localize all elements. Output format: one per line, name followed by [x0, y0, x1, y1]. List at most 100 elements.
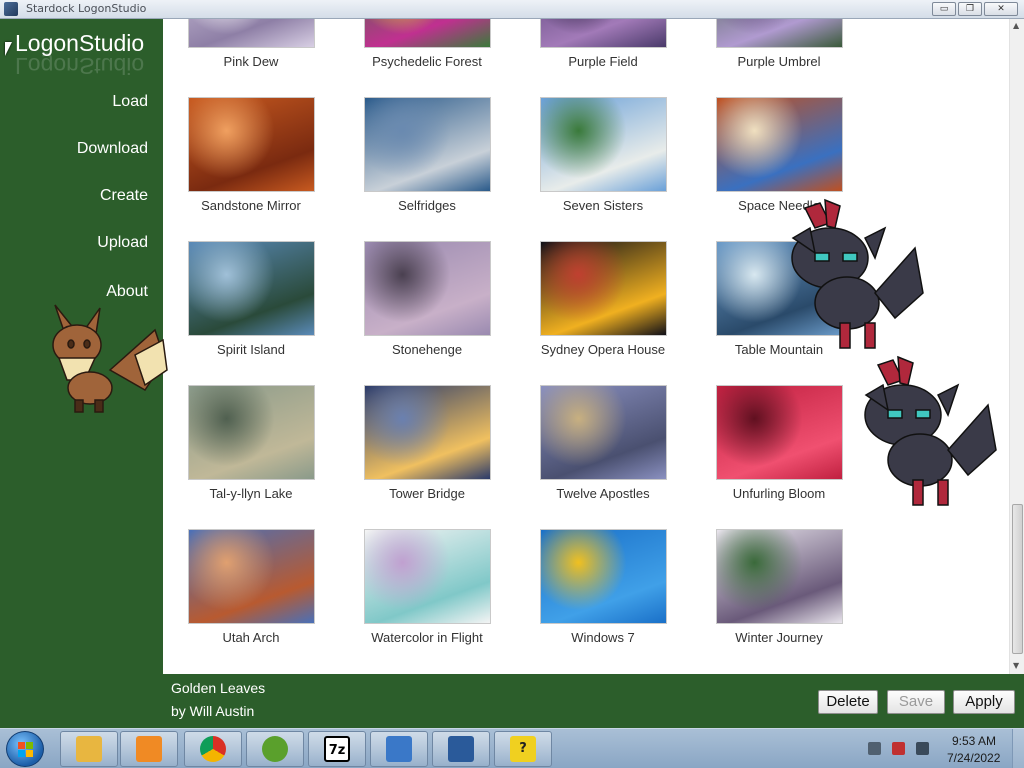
- tile-thumbnail[interactable]: [363, 529, 491, 624]
- clock-time[interactable]: 9:53 AM: [952, 734, 996, 748]
- gallery-scrollbar[interactable]: ▲ ▼: [1009, 19, 1024, 674]
- gallery-tile[interactable]: Stonehenge: [339, 241, 515, 357]
- gallery-tile[interactable]: Twelve Apostles: [515, 385, 691, 501]
- gallery-tile[interactable]: Tower Bridge: [339, 385, 515, 501]
- tile-thumbnail[interactable]: [715, 97, 843, 192]
- tile-label: Twelve Apostles: [556, 486, 650, 501]
- windows-flag-icon: [18, 742, 34, 758]
- window-controls: ▭ ❐ ✕: [932, 2, 1018, 16]
- gallery-tile[interactable]: Winter Journey: [691, 529, 867, 645]
- volume-icon[interactable]: [916, 742, 929, 755]
- selected-background-author: by Will Austin: [171, 703, 255, 719]
- taskbar-button-help[interactable]: ?: [494, 731, 552, 767]
- clock-date[interactable]: 7/24/2022: [947, 751, 1000, 765]
- tile-thumbnail[interactable]: [539, 97, 667, 192]
- sidebar-item-upload[interactable]: Upload: [97, 234, 148, 252]
- maximize-button[interactable]: ❐: [958, 2, 982, 16]
- sidebar-item-create[interactable]: Create: [100, 187, 148, 205]
- tile-thumbnail[interactable]: [363, 385, 491, 480]
- app-logo-reflection: LogonStudio: [15, 53, 145, 79]
- tile-thumbnail[interactable]: [187, 385, 315, 480]
- 7zip-icon: 7z: [324, 736, 350, 762]
- tile-thumbnail[interactable]: [363, 19, 491, 48]
- eevee-sprite: [52, 304, 168, 413]
- start-button[interactable]: [6, 731, 44, 767]
- tile-label: Tower Bridge: [389, 486, 465, 501]
- gallery-tile[interactable]: Purple Umbrel: [691, 19, 867, 69]
- tile-thumbnail[interactable]: [539, 19, 667, 48]
- tile-thumbnail[interactable]: [715, 19, 843, 48]
- scroll-down-icon[interactable]: ▼: [1013, 661, 1019, 670]
- scroll-thumb[interactable]: [1012, 504, 1023, 654]
- gallery-tile[interactable]: Utah Arch: [163, 529, 339, 645]
- tile-label: Pink Dew: [223, 54, 279, 69]
- gallery-tile[interactable]: Spirit Island: [163, 241, 339, 357]
- gallery-tile[interactable]: Seven Sisters: [515, 97, 691, 213]
- tile-label: Winter Journey: [735, 630, 823, 645]
- gallery-tile[interactable]: Psychedelic Forest: [339, 19, 515, 69]
- mouse-cursor-icon: [5, 42, 12, 56]
- help-icon: ?: [510, 736, 536, 762]
- tile-thumbnail[interactable]: [363, 241, 491, 336]
- scroll-up-icon[interactable]: ▲: [1013, 21, 1019, 30]
- tile-thumbnail[interactable]: [187, 529, 315, 624]
- taskbar-button-control-panel[interactable]: [370, 731, 428, 767]
- taskbar-button-explorer-folder[interactable]: [60, 731, 118, 767]
- sidebar-item-load[interactable]: Load: [112, 93, 148, 111]
- explorer-folder-icon: [76, 736, 102, 762]
- network-icon[interactable]: [892, 742, 905, 755]
- gallery-tile[interactable]: Tal-y-llyn Lake: [163, 385, 339, 501]
- tile-thumbnail[interactable]: [539, 241, 667, 336]
- taskbar-button-green-app[interactable]: [246, 731, 304, 767]
- taskbar-button-chrome[interactable]: [184, 731, 242, 767]
- tile-thumbnail[interactable]: [715, 385, 843, 480]
- tile-thumbnail[interactable]: [539, 385, 667, 480]
- action-center-icon[interactable]: [868, 742, 881, 755]
- green-app-icon: [262, 736, 288, 762]
- app-icon: [4, 2, 18, 16]
- zorua-sprite-bottom: [864, 355, 997, 506]
- tile-thumbnail[interactable]: [187, 19, 315, 48]
- minimize-button[interactable]: ▭: [932, 2, 956, 16]
- delete-button[interactable]: Delete: [818, 690, 878, 714]
- tile-label: Tal-y-llyn Lake: [209, 486, 293, 501]
- gallery-tile[interactable]: Unfurling Bloom: [691, 385, 867, 501]
- window-titlebar[interactable]: Stardock LogonStudio ▭ ❐ ✕: [0, 0, 1024, 19]
- selected-background-name: Golden Leaves: [171, 680, 266, 696]
- tile-label: Selfridges: [398, 198, 456, 213]
- apply-button[interactable]: Apply: [953, 690, 1015, 714]
- taskbar: 7z? 9:53 AM 7/24/2022: [0, 728, 1024, 768]
- sidebar-item-download[interactable]: Download: [77, 140, 148, 158]
- selection-info-bar: Golden Leaves by Will Austin Delete Save…: [163, 674, 1024, 728]
- gallery-tile[interactable]: Pink Dew: [163, 19, 339, 69]
- tile-label: Windows 7: [571, 630, 635, 645]
- tile-thumbnail[interactable]: [187, 241, 315, 336]
- tile-label: Utah Arch: [222, 630, 280, 645]
- gallery-tile[interactable]: Windows 7: [515, 529, 691, 645]
- tile-label: Psychedelic Forest: [372, 54, 482, 69]
- tile-label: Unfurling Bloom: [732, 486, 826, 501]
- gallery-tile[interactable]: Purple Field: [515, 19, 691, 69]
- show-desktop-button[interactable]: [1012, 729, 1024, 768]
- tile-thumbnail[interactable]: [715, 529, 843, 624]
- taskbar-button-7zip[interactable]: 7z: [308, 731, 366, 767]
- window-title: Stardock LogonStudio: [26, 2, 147, 15]
- tile-label: Purple Field: [568, 54, 638, 69]
- gallery-tile[interactable]: Sydney Opera House: [515, 241, 691, 357]
- sidebar-item-about[interactable]: About: [106, 283, 148, 301]
- tile-label: Seven Sisters: [562, 198, 644, 213]
- tile-label: Purple Umbrel: [737, 54, 821, 69]
- taskbar-button-media-player[interactable]: [120, 731, 178, 767]
- save-button[interactable]: Save: [887, 690, 945, 714]
- gallery-tile[interactable]: Space Needle: [691, 97, 867, 213]
- tile-label: Watercolor in Flight: [371, 630, 483, 645]
- tile-thumbnail[interactable]: [187, 97, 315, 192]
- chrome-icon: [200, 736, 226, 762]
- tile-thumbnail[interactable]: [363, 97, 491, 192]
- tile-thumbnail[interactable]: [539, 529, 667, 624]
- gallery-tile[interactable]: Watercolor in Flight: [339, 529, 515, 645]
- gallery-tile[interactable]: Sandstone Mirror: [163, 97, 339, 213]
- taskbar-button-logonstudio[interactable]: [432, 731, 490, 767]
- gallery-tile[interactable]: Selfridges: [339, 97, 515, 213]
- close-button[interactable]: ✕: [984, 2, 1018, 16]
